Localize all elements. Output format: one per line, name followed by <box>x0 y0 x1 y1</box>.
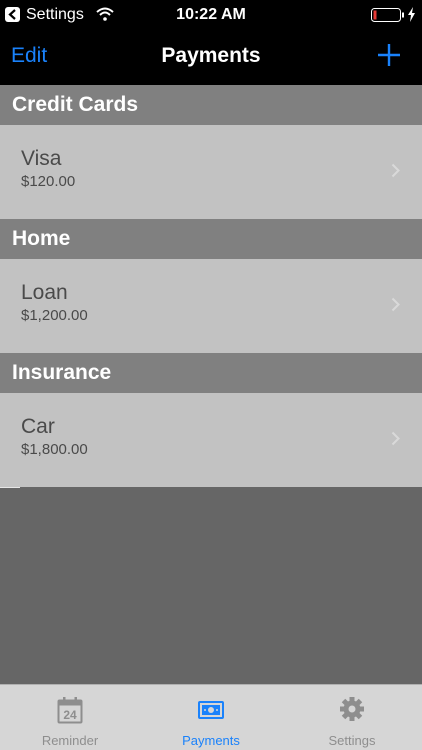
section-header-insurance: Insurance <box>0 353 422 393</box>
charging-bolt-icon <box>408 7 415 22</box>
tab-bar: 24 Reminder Payments Settings <box>0 684 422 750</box>
payment-amount: $1,800.00 <box>21 441 88 458</box>
list-item[interactable]: Car $1,800.00 <box>0 393 422 487</box>
status-bar: Settings 10:22 AM <box>0 0 422 30</box>
payment-name: Visa <box>21 147 62 170</box>
payment-amount: $1,200.00 <box>21 307 88 324</box>
tab-label: Reminder <box>41 733 99 748</box>
navigation-bar: Edit Payments <box>0 30 422 85</box>
tab-reminder[interactable]: 24 Reminder <box>0 685 140 750</box>
section-header-home: Home <box>0 219 422 259</box>
row-divider <box>0 487 20 488</box>
calendar-icon: 24 <box>57 697 83 724</box>
calendar-day: 24 <box>63 708 77 722</box>
banknote-icon <box>198 701 224 719</box>
payment-amount: $120.00 <box>21 173 76 190</box>
payments-screen: Settings 10:22 AM Edit Payments Credit C… <box>0 0 422 750</box>
tab-label: Settings <box>328 733 376 748</box>
payment-name: Loan <box>21 281 68 304</box>
gear-icon <box>340 697 364 721</box>
tab-settings[interactable]: Settings <box>282 685 422 750</box>
payment-name: Car <box>21 415 55 438</box>
tab-label: Payments <box>182 733 240 748</box>
chevron-right-icon <box>391 297 400 312</box>
list-item[interactable]: Loan $1,200.00 <box>0 259 422 353</box>
list-item[interactable]: Visa $120.00 <box>0 125 422 219</box>
page-title: Payments <box>161 44 261 67</box>
status-time: 10:22 AM <box>176 6 246 23</box>
chevron-right-icon <box>391 431 400 446</box>
chevron-right-icon <box>391 163 400 178</box>
section-header-credit-cards: Credit Cards <box>0 85 422 125</box>
add-payment-button[interactable] <box>376 42 402 68</box>
tab-payments[interactable]: Payments <box>141 685 281 750</box>
battery-icon <box>371 8 404 22</box>
